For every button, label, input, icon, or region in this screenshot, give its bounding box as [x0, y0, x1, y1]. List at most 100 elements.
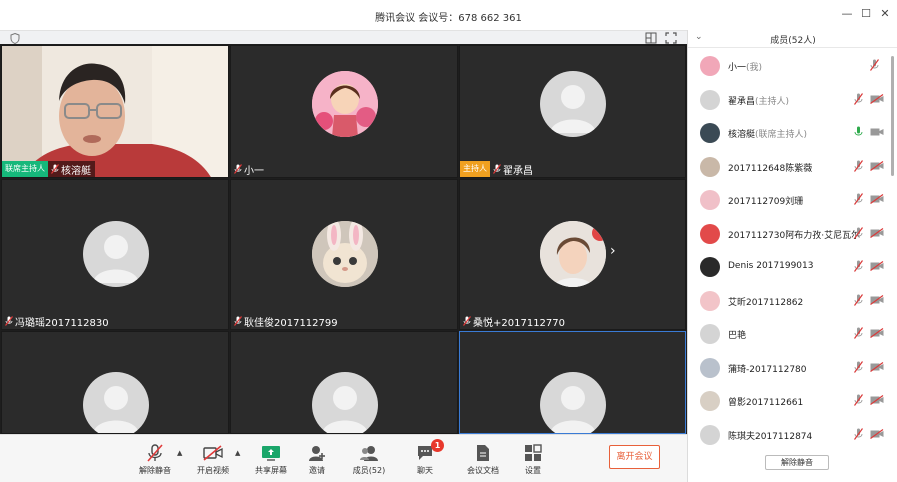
member-row[interactable]: 核溶艇(联席主持人) — [688, 116, 893, 149]
default-avatar-icon — [540, 71, 606, 137]
member-role: (主持人) — [755, 96, 790, 107]
camera-feed — [2, 46, 228, 177]
member-row[interactable]: 小一(我) — [688, 49, 893, 82]
members-button[interactable]: 成员(52) — [349, 443, 389, 476]
members-icon — [360, 446, 378, 461]
unmute-button[interactable]: 解除静音 — [135, 443, 175, 476]
layout-icon[interactable] — [645, 32, 657, 44]
mic-muted-icon — [147, 444, 163, 462]
video-tile[interactable] — [230, 331, 458, 434]
mic-muted-icon — [51, 164, 59, 174]
mic-muted-icon[interactable] — [854, 226, 863, 239]
start-video-button[interactable]: 开启视频 — [193, 443, 233, 476]
members-panel-header: ⌄ 成员(52人) — [688, 30, 897, 48]
members-panel: ⌄ 成员(52人) 小一(我) 翟承昌(主持人) 核溶艇(联席主持人) 2017112… — [687, 30, 897, 482]
mic-muted-icon[interactable] — [854, 193, 863, 205]
camera-off-icon[interactable] — [870, 93, 884, 104]
chat-unread-badge: 1 — [431, 439, 444, 452]
camera-off-icon[interactable] — [870, 294, 884, 305]
video-tile[interactable]: 联席主持人 核溶艇 — [1, 45, 229, 178]
host-badge: 主持人 — [460, 161, 490, 177]
member-name: 2017112648陈紫薇 — [728, 161, 812, 174]
mic-muted-icon[interactable] — [854, 159, 863, 172]
avatar — [700, 56, 720, 76]
share-screen-button[interactable]: 共享屏幕 — [251, 443, 291, 476]
mic-muted-icon[interactable] — [854, 293, 863, 306]
member-row[interactable]: 蒲琦-2017112780 — [688, 351, 893, 384]
member-name-text: 2017112730阿布力孜·艾尼瓦尔 — [728, 230, 861, 241]
video-tile[interactable] — [459, 331, 686, 434]
member-row[interactable]: 陈琪夫2017112874 — [688, 418, 893, 451]
fullscreen-icon[interactable] — [665, 32, 677, 44]
member-row[interactable]: 2017112709刘珊 — [688, 183, 893, 216]
member-name-text: 2017112709刘珊 — [728, 197, 804, 207]
camera-off-icon[interactable] — [870, 227, 884, 238]
mic-muted-icon[interactable] — [854, 427, 863, 440]
member-row[interactable]: 巴艳 — [688, 317, 893, 350]
camera-off-icon[interactable] — [870, 361, 884, 372]
camera-off-icon[interactable] — [870, 160, 884, 171]
video-tile[interactable]: 小一 — [230, 45, 458, 178]
member-row[interactable]: 翟承昌(主持人) — [688, 83, 893, 116]
mic-on-icon[interactable] — [854, 126, 863, 138]
camera-off-icon — [203, 445, 223, 461]
video-tile[interactable]: 冯璐瑶2017112830 — [1, 179, 229, 330]
mic-muted-icon[interactable] — [870, 59, 879, 71]
settings-grid-icon — [525, 444, 542, 461]
meeting-docs-button[interactable]: 会议文档 — [463, 443, 503, 476]
member-name: 翟承昌(主持人) — [728, 94, 789, 107]
member-row[interactable]: 2017112648陈紫薇 — [688, 150, 893, 183]
mic-muted-icon — [234, 316, 242, 326]
maximize-icon[interactable]: ☐ — [858, 6, 874, 22]
minimize-icon[interactable]: — — [839, 6, 855, 22]
member-name: Denis 2017199013 — [728, 261, 813, 271]
video-tile[interactable]: 主持人 翟承昌 — [459, 45, 686, 178]
member-role: (联席主持人) — [755, 130, 808, 140]
video-tile[interactable] — [1, 331, 229, 434]
member-name: 艾昕2017112862 — [728, 295, 803, 308]
leave-meeting-button[interactable]: 离开会议 — [609, 445, 660, 469]
avatar — [700, 290, 720, 311]
video-options-chevron-icon[interactable]: ▲ — [235, 449, 240, 457]
title-bar: 腾讯会议 会议号：678 662 361 — ☐ ✕ — [0, 0, 897, 30]
mic-muted-icon[interactable] — [854, 394, 863, 406]
member-row[interactable]: 艾昕2017112862 — [688, 284, 893, 317]
video-tile[interactable]: 耿佳俊2017112799 — [230, 179, 458, 330]
member-row[interactable]: 曾影2017112661 — [688, 384, 893, 417]
member-row[interactable]: 2017112730阿布力孜·艾尼瓦尔 — [688, 217, 893, 250]
mic-muted-icon[interactable] — [854, 260, 863, 272]
mic-muted-icon[interactable] — [854, 327, 863, 339]
video-area-header — [0, 30, 687, 44]
default-avatar-icon — [540, 372, 606, 433]
member-row[interactable]: Denis 2017199013 — [688, 250, 893, 283]
camera-icon[interactable] — [870, 127, 884, 137]
invite-button[interactable]: 邀请 — [297, 443, 337, 476]
camera-off-icon[interactable] — [870, 261, 884, 271]
shield-icon[interactable] — [10, 33, 20, 44]
avatar — [700, 190, 720, 210]
mic-muted-icon[interactable] — [854, 360, 863, 373]
mic-muted-icon[interactable] — [854, 92, 863, 105]
participant-nametag: 桑悦+2017112770 — [460, 313, 569, 329]
avatar — [700, 89, 720, 110]
camera-off-icon[interactable] — [870, 428, 884, 439]
participant-nametag: 耿佳俊2017112799 — [231, 313, 342, 329]
member-name-text: Denis 2017199013 — [728, 261, 814, 271]
settings-button[interactable]: 设置 — [513, 443, 553, 476]
participant-name: 耿佳俊2017112799 — [244, 317, 338, 329]
member-name-text: 小一 — [728, 63, 747, 73]
unmute-all-button[interactable]: 解除静音 — [765, 455, 829, 470]
mic-muted-icon — [234, 164, 242, 174]
camera-off-icon[interactable] — [870, 395, 884, 405]
camera-off-icon[interactable] — [870, 328, 884, 338]
member-name: 巴艳 — [728, 328, 746, 341]
audio-options-chevron-icon[interactable]: ▲ — [177, 449, 182, 457]
member-name-text: 巴艳 — [728, 331, 747, 341]
document-icon — [477, 445, 489, 461]
close-icon[interactable]: ✕ — [877, 6, 893, 22]
avatar — [700, 357, 720, 378]
video-tile[interactable]: 桑悦+2017112770 — [459, 179, 686, 330]
next-page-icon[interactable]: › — [610, 243, 616, 259]
member-name: 小一(我) — [728, 60, 762, 73]
camera-off-icon[interactable] — [870, 194, 884, 204]
